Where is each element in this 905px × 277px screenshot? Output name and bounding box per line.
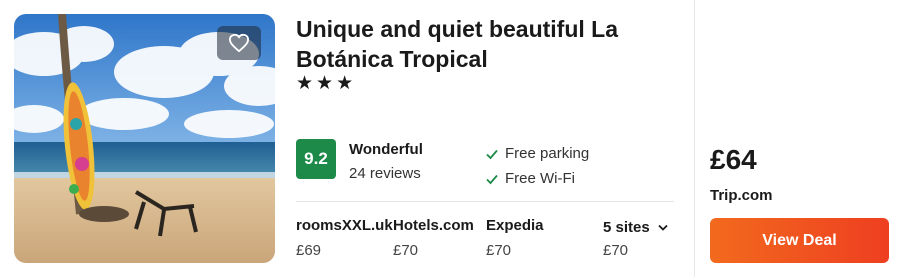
site-name: Hotels.com xyxy=(393,217,474,234)
more-sites-dropdown[interactable]: 5 sites £70 xyxy=(603,217,668,259)
heart-icon xyxy=(228,33,250,53)
deal-price: £64 xyxy=(710,144,757,175)
more-sites-label-row: 5 sites xyxy=(603,219,668,236)
site-name: Expedia xyxy=(486,217,544,234)
site-price: £70 xyxy=(486,242,512,259)
rating-label: Wonderful xyxy=(349,141,423,158)
amenity-label: Free Wi-Fi xyxy=(505,170,575,187)
check-icon xyxy=(486,149,498,159)
site-offer-roomsxxl[interactable]: roomsXXL.uk £69 xyxy=(296,217,393,259)
amenity-free-wifi: Free Wi-Fi xyxy=(485,170,575,187)
hotel-card: Unique and quiet beautiful La Botánica T… xyxy=(0,0,905,277)
check-icon xyxy=(486,174,498,184)
review-count[interactable]: 24 reviews xyxy=(349,165,421,182)
site-name: roomsXXL.uk xyxy=(296,217,393,234)
amenity-free-parking: Free parking xyxy=(485,145,589,162)
column-divider xyxy=(694,0,695,277)
hotel-name[interactable]: Unique and quiet beautiful La Botánica T… xyxy=(296,14,696,74)
star-rating: ★★★ xyxy=(296,73,357,94)
site-price: £69 xyxy=(296,242,322,259)
deal-provider: Trip.com xyxy=(710,187,773,204)
site-price: £70 xyxy=(603,242,629,259)
favorite-button[interactable] xyxy=(217,26,261,60)
site-offer-expedia[interactable]: Expedia £70 xyxy=(486,217,544,259)
view-deal-button[interactable]: View Deal xyxy=(710,218,889,263)
rating-score-badge: 9.2 xyxy=(296,139,336,179)
site-price: £70 xyxy=(393,242,419,259)
amenity-label: Free parking xyxy=(505,145,590,162)
more-sites-label: 5 sites xyxy=(603,219,650,236)
section-divider xyxy=(296,201,674,202)
site-offer-hotels-com[interactable]: Hotels.com £70 xyxy=(393,217,474,259)
chevron-down-icon xyxy=(658,224,668,231)
